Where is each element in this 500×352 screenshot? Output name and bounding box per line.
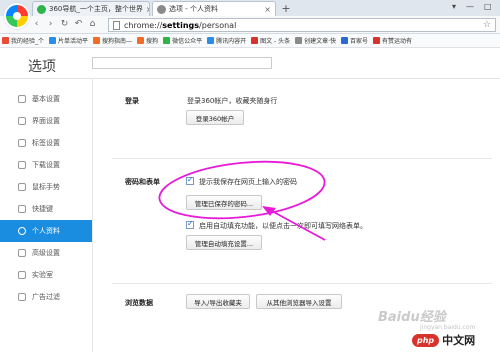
login-360-button[interactable]: 登录360帐户 [186, 110, 244, 125]
page-icon [113, 20, 120, 30]
php-cn-logo: php 中文网 [412, 330, 496, 350]
autofill-checkbox[interactable] [186, 219, 194, 229]
lab-icon [18, 271, 26, 279]
mouse-icon [18, 183, 26, 191]
manage-passwords-button[interactable]: 管理已保存的密码... [186, 195, 262, 210]
bookmark-favicon-icon [373, 37, 381, 44]
section-divider [112, 158, 492, 159]
bookmark-favicon-icon [93, 37, 101, 44]
bookmark-favicon-icon [251, 37, 259, 44]
back-icon[interactable]: ‹ [30, 18, 43, 31]
save-passwords-label: 提示我保存在网页上输入的密码 [199, 178, 297, 186]
php-badge: php [412, 333, 440, 347]
baidu-watermark: Baidu经验 [378, 310, 446, 325]
bookmark-item[interactable]: 微信公众平 [163, 36, 202, 45]
browsing-data-section-label: 浏览数据 [125, 299, 153, 307]
user-icon [18, 227, 26, 235]
sidebar-item-lab[interactable]: 实验室 [0, 264, 92, 286]
sidebar-divider [92, 78, 93, 352]
sidebar-item-download[interactable]: 下载设置 [0, 154, 92, 176]
section-divider [112, 283, 492, 284]
bookmark-favicon-icon [163, 37, 171, 44]
block-icon [18, 293, 26, 301]
reload-icon[interactable]: ↻ [58, 18, 71, 31]
navigation-toolbar: ‹ › ↻ ↶ ⌂ chrome://settings/personal ☆ [0, 16, 500, 34]
url-text: chrome://settings/personal [124, 20, 237, 30]
php-logo-text: 中文网 [442, 334, 476, 347]
advanced-icon [18, 249, 26, 257]
bookmark-item[interactable]: 我的经验_个 [2, 36, 44, 45]
bookmark-favicon-icon [207, 37, 215, 44]
title-bar: 360导航_一个主页，整个世界 × 选项 - 个人资料 × + ▾ — □ [0, 0, 500, 29]
bookmark-favicon-icon [2, 37, 9, 44]
tab-favicon-icon [37, 4, 46, 14]
tab-close-icon[interactable]: × [261, 5, 271, 14]
tab-title: 360导航_一个主页，整个世界 [49, 5, 143, 13]
bookmark-item[interactable]: 搜狗 [137, 36, 158, 45]
password-section-label: 密码和表单 [125, 178, 160, 186]
bookmark-item[interactable]: 有赞运动有 [373, 36, 412, 45]
import-export-bookmarks-button[interactable]: 导入/导出收藏夹 [186, 294, 250, 309]
bookmark-favicon-icon [49, 37, 57, 44]
bookmark-favicon-icon [137, 37, 145, 44]
import-from-other-browser-button[interactable]: 从其他浏览器导入设置 [256, 294, 342, 309]
tab-icon [18, 139, 26, 147]
browser-logo-icon[interactable] [4, 3, 30, 29]
page-title: 选项 [28, 59, 56, 75]
settings-search-input[interactable] [92, 57, 272, 69]
maximize-icon[interactable]: □ [484, 2, 492, 11]
bookmark-item[interactable]: 腾讯内容开 [207, 36, 246, 45]
annotation-arrow-head [262, 206, 276, 216]
settings-sidebar: 基本设置 界面设置 标签设置 下载设置 鼠标手势 快捷键 个人资料 高级设置 实… [0, 88, 92, 308]
minimize-icon[interactable]: — [466, 2, 474, 11]
bookmark-favicon-icon [341, 37, 348, 44]
bookmark-item[interactable]: 片单活动平 [49, 36, 88, 45]
address-bar[interactable]: chrome://settings/personal ☆ [108, 18, 496, 32]
save-passwords-checkbox[interactable] [186, 175, 194, 185]
login-description: 登录360帐户，收藏夹随身行 [187, 97, 278, 105]
bookmarks-bar: 我的经验_个 片单活动平 搜狗指南— 搜狗 微信公众平 腾讯内容开 图文 - 头… [0, 34, 500, 48]
new-tab-button[interactable]: + [279, 2, 293, 15]
tab-settings-personal[interactable]: 选项 - 个人资料 × [152, 1, 276, 16]
sidebar-item-shortcuts[interactable]: 快捷键 [0, 198, 92, 220]
autofill-label: 启用自动填充功能，以便点击一次即可填写网络表单。 [199, 222, 367, 230]
sidebar-item-adblock[interactable]: 广告过滤 [0, 286, 92, 308]
sidebar-item-mouse-gesture[interactable]: 鼠标手势 [0, 176, 92, 198]
bookmark-item[interactable]: 图文 - 头条 [251, 36, 290, 45]
home-icon[interactable]: ⌂ [86, 18, 99, 31]
tab-360-nav[interactable]: 360导航_一个主页，整个世界 × [32, 1, 150, 16]
window-menu-icon[interactable]: ▾ [452, 2, 456, 11]
tab-close-icon[interactable]: × [143, 5, 149, 14]
gear-icon [18, 95, 26, 103]
forward-icon[interactable]: › [44, 18, 57, 31]
tab-title: 选项 - 个人资料 [169, 5, 218, 13]
download-icon [18, 161, 26, 169]
keyboard-icon [18, 205, 26, 213]
bookmark-item[interactable]: 搜狗指南— [93, 36, 132, 45]
star-icon[interactable]: ☆ [483, 20, 491, 30]
tab-gear-icon [157, 4, 166, 14]
sidebar-item-interface[interactable]: 界面设置 [0, 110, 92, 132]
bookmark-favicon-icon [295, 37, 303, 44]
autofill-settings-button[interactable]: 管理自动填充设置... [186, 235, 262, 250]
bookmark-item[interactable]: 创建文章·快 [295, 36, 336, 45]
login-section-label: 登录 [125, 97, 139, 105]
sidebar-item-advanced[interactable]: 高级设置 [0, 242, 92, 264]
undo-icon[interactable]: ↶ [72, 18, 85, 31]
sidebar-item-tabs[interactable]: 标签设置 [0, 132, 92, 154]
sidebar-item-basic[interactable]: 基本设置 [0, 88, 92, 110]
sidebar-item-personal[interactable]: 个人资料 [0, 220, 92, 242]
highlight-ellipse [158, 160, 326, 220]
header-divider [0, 78, 500, 79]
window-icon [18, 117, 26, 125]
bookmark-item[interactable]: 百家号 [341, 36, 368, 45]
